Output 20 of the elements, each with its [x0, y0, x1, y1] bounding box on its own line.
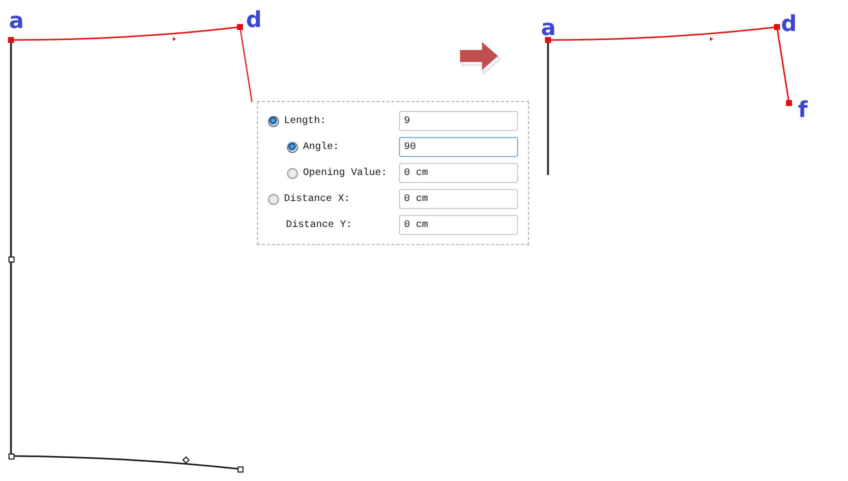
value-field[interactable]: 0 cm — [399, 163, 518, 183]
field-label: Length: — [284, 116, 326, 126]
field-label: Angle: — [303, 142, 340, 152]
radio-button[interactable] — [268, 194, 279, 204]
point-label: a — [541, 16, 556, 41]
point-label: a — [9, 9, 24, 34]
point-label: f — [798, 98, 808, 123]
radio-button[interactable] — [287, 142, 298, 152]
radio-button[interactable] — [287, 168, 298, 178]
value-field[interactable]: 9 — [399, 111, 518, 131]
point-label: d — [781, 12, 797, 37]
point-label: d — [246, 8, 262, 33]
field-label: Distance X: — [284, 194, 350, 204]
field-label: Distance Y: — [286, 220, 352, 230]
value-field[interactable]: 0 cm — [399, 215, 518, 235]
value-field[interactable]: 90 — [399, 137, 518, 157]
field-label: Opening Value: — [303, 168, 388, 178]
radio-button[interactable] — [268, 116, 279, 126]
arrow-icon — [460, 42, 502, 76]
value-field[interactable]: 0 cm — [399, 189, 518, 209]
